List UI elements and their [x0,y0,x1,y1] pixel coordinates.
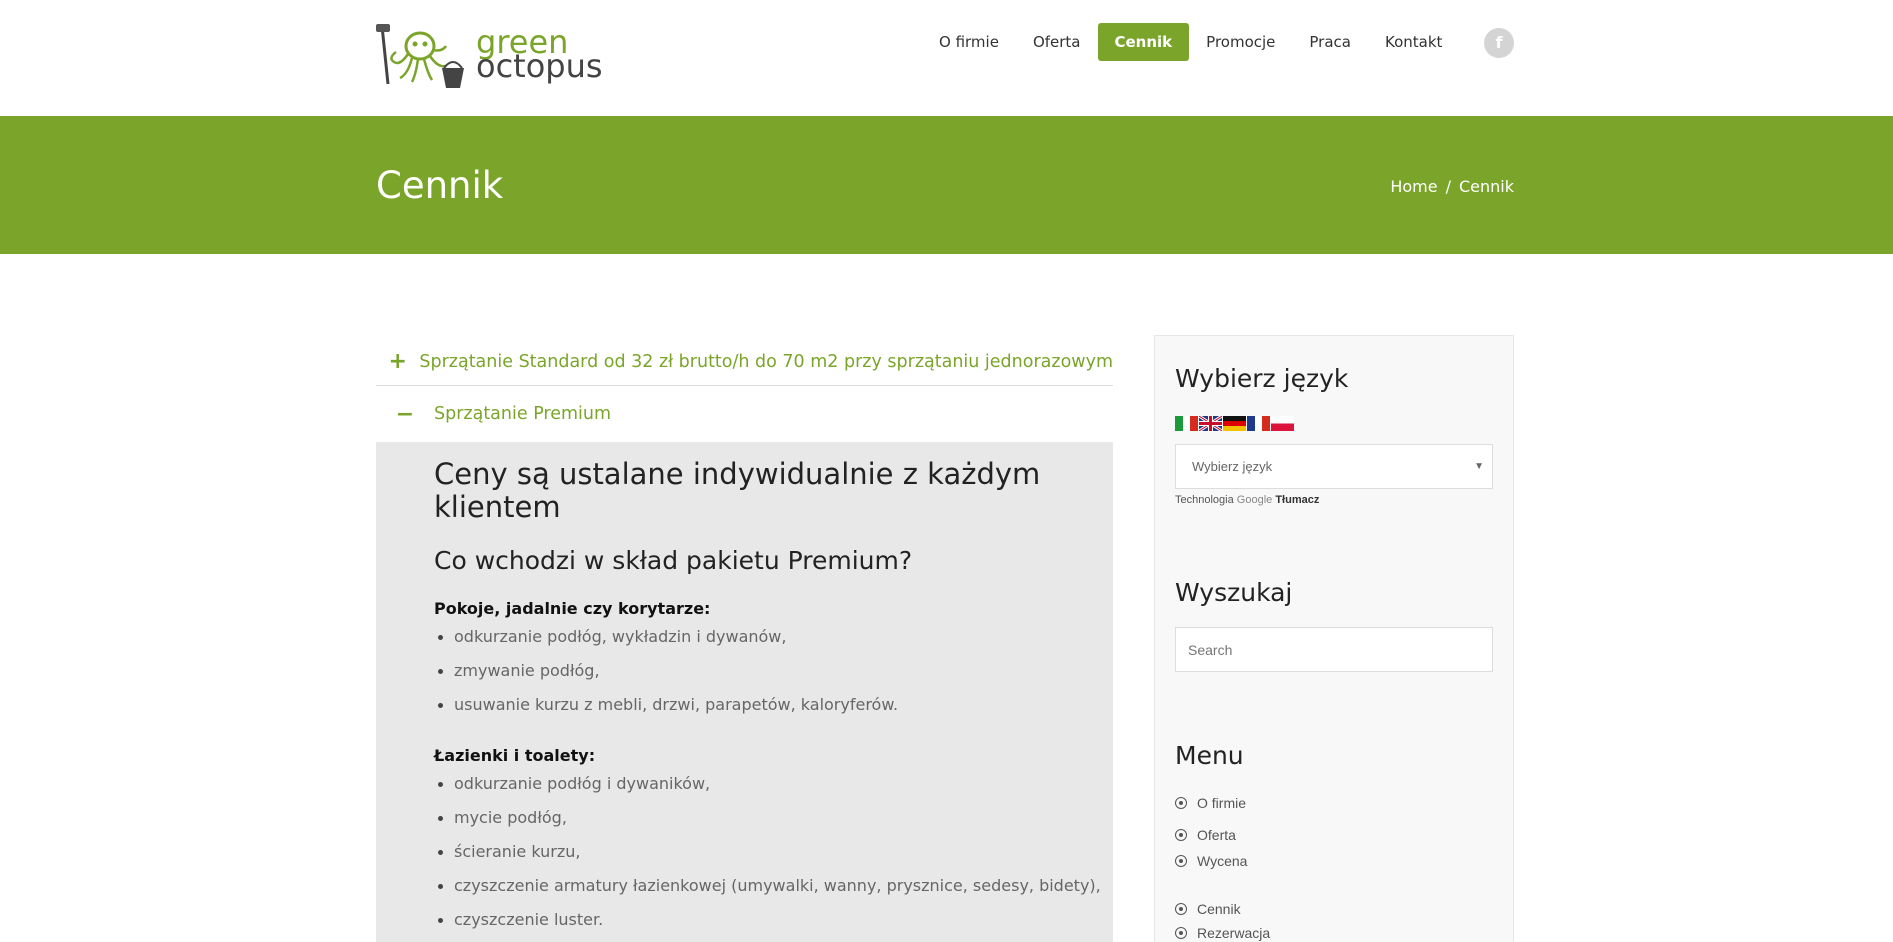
octopus-icon [376,24,464,88]
search-widget-title: Wyszukaj [1175,578,1293,607]
circle-dot-icon [1175,903,1187,915]
premium-heading: Ceny są ustalane indywidualnie z każdym … [434,457,1041,524]
menu-widget-title: Menu [1175,741,1244,770]
sidebar-item-label: O firmie [1197,795,1246,811]
nav-cennik[interactable]: Cennik [1097,23,1190,61]
language-select[interactable]: Wybierz język ▼ [1175,444,1493,489]
section-rooms-title: Pokoje, jadalnie czy korytarze: [434,599,711,618]
circle-dot-icon [1175,927,1187,939]
sidebar-item-rezerwacja[interactable]: Rezerwacja [1175,925,1270,941]
list-item: zmywanie podłóg, [434,654,1113,688]
facebook-icon[interactable]: f [1484,28,1514,58]
flag-italy-icon[interactable] [1175,416,1198,431]
pricing-accordion: + Sprzątanie Standard od 32 zł brutto/h … [376,338,1113,942]
language-widget-title: Wybierz język [1175,364,1349,393]
powered-prefix: Technologia [1175,494,1234,506]
list-item: mycie podłóg, [434,801,1113,835]
accordion-item-standard[interactable]: + Sprzątanie Standard od 32 zł brutto/h … [376,338,1113,386]
list-item: odkurzanie podłóg, wykładzin i dywanów, [434,620,1113,654]
logo-wordmark: green octopus [476,26,603,85]
breadcrumb-home-link[interactable]: Home [1390,177,1437,196]
flag-poland-icon[interactable] [1271,416,1294,431]
section-bathrooms-title: Łazienki i toalety: [434,746,596,765]
nav-o-firmie[interactable]: O firmie [922,23,1016,61]
circle-dot-icon [1175,797,1187,809]
sidebar-item-oferta[interactable]: Oferta [1175,827,1236,843]
sidebar-item-label: Oferta [1197,827,1236,843]
section-bathrooms-list: odkurzanie podłóg i dywaników, mycie pod… [434,767,1113,937]
main-nav: O firmie Oferta Cennik Promocje Praca Ko… [922,23,1459,61]
sidebar: Wybierz język Wybierz język ▼ Technologi… [1154,335,1514,942]
flag-france-icon[interactable] [1247,416,1270,431]
plus-icon: + [388,349,407,374]
accordion-item-premium[interactable]: − Sprzątanie Premium [376,386,1113,442]
nav-promocje[interactable]: Promocje [1189,23,1292,61]
page-title-bar: Cennik Home / Cennik [0,116,1893,254]
accordion-item-premium-label: Sprzątanie Premium [434,404,612,424]
accordion-item-standard-label: Sprzątanie Standard od 32 zł brutto/h do… [419,351,1113,372]
list-item: usuwanie kurzu z mebli, drzwi, parapetów… [434,688,1113,722]
breadcrumb-separator: / [1445,177,1451,196]
nav-kontakt[interactable]: Kontakt [1368,23,1459,61]
sidebar-item-label: Rezerwacja [1197,925,1271,941]
google-logo-text[interactable]: Google [1237,494,1272,506]
sidebar-item-o-firmie[interactable]: O firmie [1175,795,1246,811]
language-flags [1175,416,1294,431]
circle-dot-icon [1175,855,1187,867]
list-item: czyszczenie armatury łazienkowej (umywal… [434,869,1113,903]
nav-praca[interactable]: Praca [1292,23,1368,61]
sidebar-item-label: Cennik [1197,901,1241,917]
google-translate-credit: Technologia Google Tłumacz [1175,494,1319,506]
sidebar-item-cennik[interactable]: Cennik [1175,901,1241,917]
list-item: ścieranie kurzu, [434,835,1113,869]
list-item: odkurzanie podłóg i dywaników, [434,767,1113,801]
logo-word-octopus: octopus [476,47,603,85]
sidebar-item-wycena[interactable]: Wycena [1175,853,1247,869]
green-octopus-logo[interactable]: green octopus [376,22,603,90]
sidebar-item-label: Wycena [1197,853,1248,869]
nav-oferta[interactable]: Oferta [1016,23,1098,61]
list-item: czyszczenie luster. [434,903,1113,937]
chevron-down-icon: ▼ [1474,461,1484,472]
flag-uk-icon[interactable] [1199,416,1222,431]
site-header: green octopus O firmie Oferta Cennik Pro… [0,0,1893,116]
accordion-premium-content: Ceny są ustalane indywidualnie z każdym … [376,442,1113,942]
minus-icon: − [395,401,415,427]
search-input[interactable] [1175,627,1493,672]
breadcrumb-current: Cennik [1458,177,1514,196]
page-title: Cennik [376,164,504,207]
translate-link[interactable]: Tłumacz [1275,494,1319,506]
circle-dot-icon [1175,829,1187,841]
breadcrumb: Home / Cennik [1390,177,1514,196]
premium-subheading: Co wchodzi w skład pakietu Premium? [434,546,913,575]
section-rooms-list: odkurzanie podłóg, wykładzin i dywanów, … [434,620,1113,722]
language-select-value: Wybierz język [1192,459,1273,474]
flag-germany-icon[interactable] [1223,416,1246,431]
